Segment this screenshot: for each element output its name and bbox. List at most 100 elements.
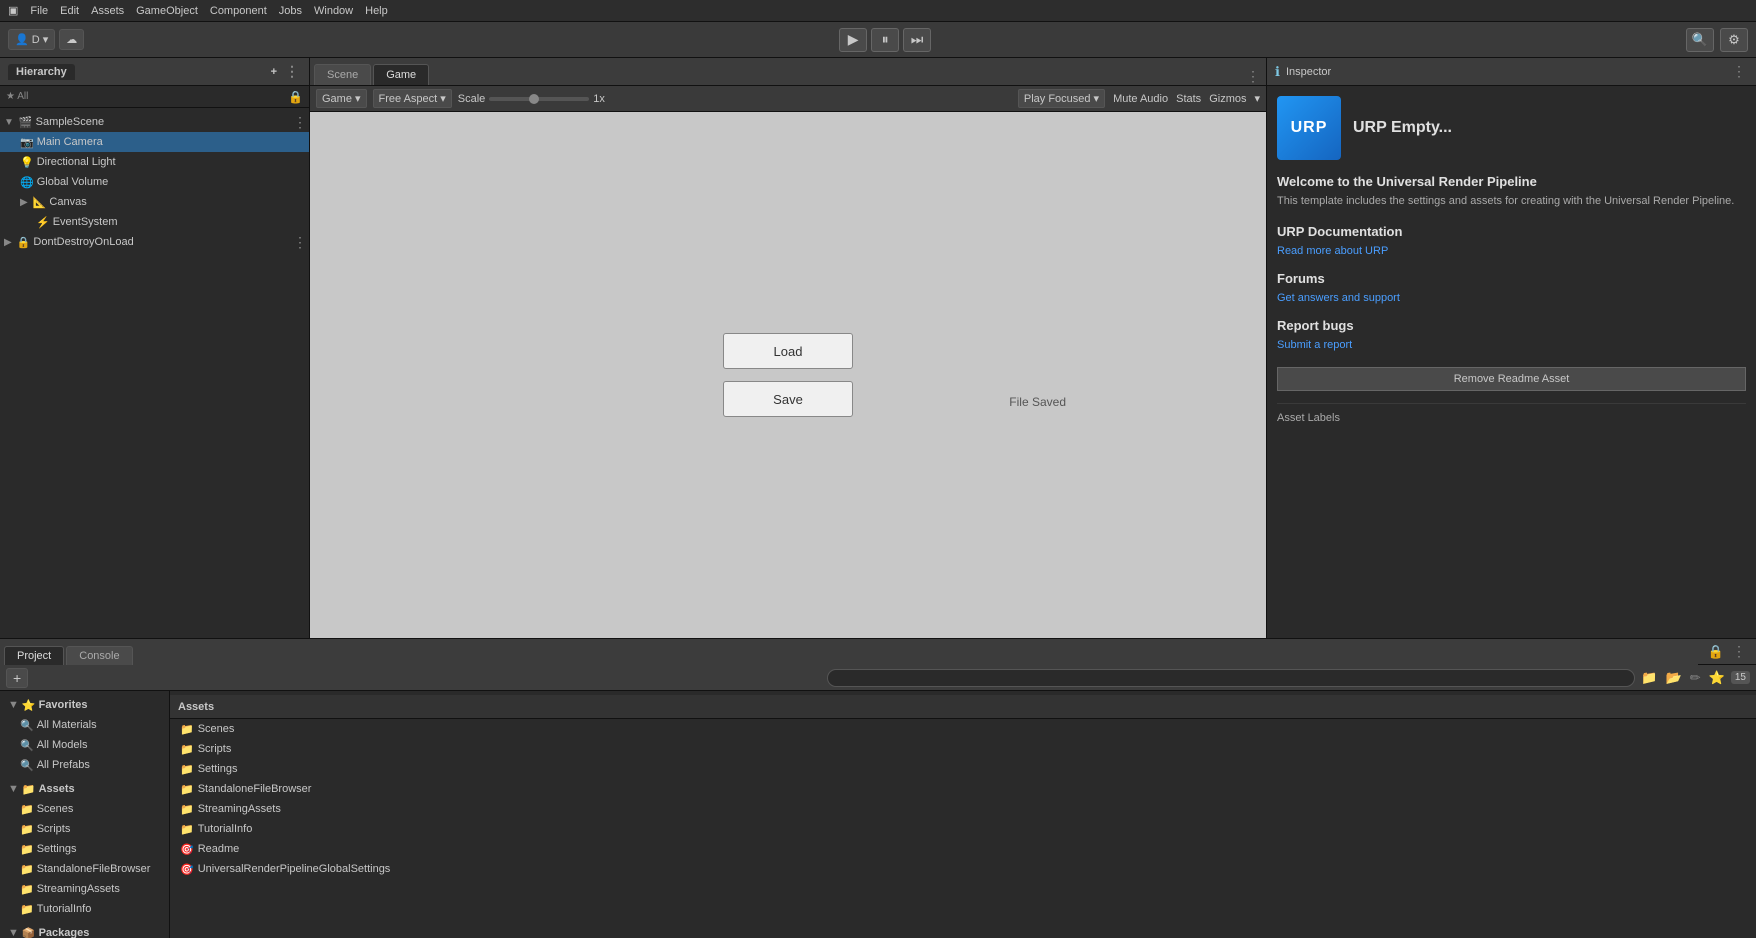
hierarchy-lock-icon[interactable]: 🔒 — [288, 90, 303, 104]
assets-item-settings[interactable]: 📁 Settings — [0, 839, 169, 859]
hierarchy-tab[interactable]: Hierarchy — [8, 64, 75, 80]
hierarchy-item-dontdestroyonload[interactable]: ▶ 🔒 DontDestroyOnLoad ⋮ — [0, 232, 309, 252]
hierarchy-menu-icon[interactable]: ⋮ — [283, 63, 301, 80]
project-add-button[interactable]: + — [6, 668, 28, 688]
tab-scene[interactable]: Scene — [314, 64, 371, 85]
inspector-panel: ℹ Inspector ⋮ URP URP Empty... Welcome t… — [1266, 58, 1756, 638]
hierarchy-item-label: Main Camera — [37, 136, 103, 148]
scale-slider-thumb[interactable] — [529, 94, 539, 104]
main-folder-label: Assets — [178, 701, 214, 713]
item-menu-icon[interactable]: ⋮ — [291, 234, 309, 251]
assets-item-tutorial[interactable]: 📁 TutorialInfo — [0, 899, 169, 919]
folder-icon[interactable]: 📁 — [1639, 668, 1659, 688]
assets-group[interactable]: ▼ 📁 Assets — [0, 779, 169, 799]
urp-doc-link[interactable]: Read more about URP — [1277, 245, 1388, 257]
forums-link[interactable]: Get answers and support — [1277, 292, 1400, 304]
search-icon-small: 🔍 — [20, 739, 34, 752]
menu-item-edit[interactable]: Edit — [60, 5, 79, 17]
aspect-dropdown[interactable]: Free Aspect ▾ — [373, 89, 452, 108]
play-focused-dropdown[interactable]: Play Focused ▾ — [1018, 89, 1105, 108]
report-bugs-link[interactable]: Submit a report — [1277, 339, 1352, 351]
play-button[interactable]: ▶ — [839, 28, 867, 52]
settings-button[interactable]: ⚙ — [1720, 28, 1748, 52]
assets-arrow: ▼ — [8, 783, 19, 795]
scale-slider-track[interactable] — [489, 97, 589, 101]
hierarchy-item-canvas[interactable]: ▶ 📐 Canvas — [0, 192, 309, 212]
folder-icon: 📁 — [180, 823, 194, 836]
hierarchy-item-label: Global Volume — [37, 176, 109, 188]
file-item-standalone[interactable]: 📁 StandaloneFileBrowser — [170, 779, 1756, 799]
tabs-menu-icon[interactable]: ⋮ — [1244, 68, 1262, 85]
search-icon: 🔍 — [1692, 32, 1708, 48]
hierarchy-panel: Hierarchy + ⋮ ★ All 🔒 ▼ 🎬 SampleScene ⋮ … — [0, 58, 310, 638]
file-item-streaming[interactable]: 📁 StreamingAssets — [170, 799, 1756, 819]
tab-project[interactable]: Project — [4, 646, 64, 665]
lock-icon[interactable]: 🔒 — [1706, 642, 1726, 662]
menu-item-component[interactable]: Component — [210, 5, 267, 17]
center-area: Scene Game ⋮ Game ▾ Free Aspect ▾ Scale … — [310, 58, 1266, 638]
step-button[interactable]: ⏭ — [903, 28, 931, 52]
favorites-group[interactable]: ▼ ⭐ Favorites — [0, 695, 169, 715]
tab-game[interactable]: Game — [373, 64, 429, 85]
tab-console[interactable]: Console — [66, 646, 132, 665]
assets-folder-icon: 📁 — [22, 783, 36, 796]
assets-item-scripts[interactable]: 📁 Scripts — [0, 819, 169, 839]
search-button[interactable]: 🔍 — [1686, 28, 1714, 52]
favorites-item-all-prefabs[interactable]: 🔍 All Prefabs — [0, 755, 169, 775]
folder-open-icon[interactable]: 📂 — [1664, 668, 1684, 688]
urp-icon: URP — [1277, 96, 1341, 160]
game-dropdown[interactable]: Game ▾ — [316, 89, 367, 108]
play-icon: ▶ — [848, 31, 859, 48]
menu-item-file[interactable]: File — [30, 5, 48, 17]
file-item-settings[interactable]: 📁 Settings — [170, 759, 1756, 779]
hierarchy-item-globalvolume[interactable]: 🌐 Global Volume — [0, 172, 309, 192]
edit-icon[interactable]: ✏ — [1688, 668, 1703, 688]
item-label: TutorialInfo — [37, 903, 92, 915]
favorites-item-all-models[interactable]: 🔍 All Models — [0, 735, 169, 755]
inspector-menu-icon[interactable]: ⋮ — [1730, 63, 1748, 80]
stats-label[interactable]: Stats — [1176, 93, 1201, 105]
load-button[interactable]: Load — [723, 333, 853, 369]
hierarchy-item-directionallight[interactable]: 💡 Directional Light — [0, 152, 309, 172]
item-label: StreamingAssets — [37, 883, 120, 895]
pause-icon: ⏸ — [882, 31, 889, 48]
scene-game-tabs: Scene Game ⋮ — [310, 58, 1266, 86]
hierarchy-add-icon[interactable]: + — [271, 66, 277, 78]
panel-menu-icon[interactable]: ⋮ — [1730, 643, 1748, 660]
file-item-readme[interactable]: 🎯 Readme — [170, 839, 1756, 859]
folder-icon: 📁 — [180, 783, 194, 796]
file-item-scripts[interactable]: 📁 Scripts — [170, 739, 1756, 759]
packages-group[interactable]: ▼ 📦 Packages — [0, 923, 169, 938]
packages-folder-icon: 📦 — [22, 927, 36, 938]
star-icon[interactable]: ⭐ — [1707, 668, 1727, 688]
pause-button[interactable]: ⏸ — [871, 28, 899, 52]
mute-audio-label[interactable]: Mute Audio — [1113, 93, 1168, 105]
project-search-input[interactable] — [827, 669, 1636, 687]
file-item-urp-settings[interactable]: 🎯 UniversalRenderPipelineGlobalSettings — [170, 859, 1756, 879]
assets-item-scenes[interactable]: 📁 Scenes — [0, 799, 169, 819]
menu-item-window[interactable]: Window — [314, 5, 353, 17]
menu-item-assets[interactable]: Assets — [91, 5, 124, 17]
file-item-tutorial[interactable]: 📁 TutorialInfo — [170, 819, 1756, 839]
menu-logo[interactable]: ▣ — [8, 4, 18, 17]
account-button[interactable]: 👤 D ▾ — [8, 29, 55, 50]
remove-readme-button[interactable]: Remove Readme Asset — [1277, 367, 1746, 391]
save-button[interactable]: Save — [723, 381, 853, 417]
cloud-button[interactable]: ☁ — [59, 29, 84, 50]
favorites-item-all-materials[interactable]: 🔍 All Materials — [0, 715, 169, 735]
assets-item-streaming[interactable]: 📁 StreamingAssets — [0, 879, 169, 899]
file-item-scenes[interactable]: 📁 Scenes — [170, 719, 1756, 739]
menu-item-gameobject[interactable]: GameObject — [136, 5, 198, 17]
assets-item-standalone[interactable]: 📁 StandaloneFileBrowser — [0, 859, 169, 879]
menu-item-jobs[interactable]: Jobs — [279, 5, 302, 17]
hierarchy-item-eventsystem[interactable]: ⚡ EventSystem — [0, 212, 309, 232]
item-label: Scripts — [198, 743, 232, 755]
menu-item-help[interactable]: Help — [365, 5, 388, 17]
hierarchy-item-maincamera[interactable]: 📷 Main Camera — [0, 132, 309, 152]
inspector-title[interactable]: Inspector — [1286, 66, 1331, 78]
item-menu-icon[interactable]: ⋮ — [291, 114, 309, 131]
dontdestroy-icon: 🔒 — [17, 236, 31, 249]
hierarchy-item-samplescene[interactable]: ▼ 🎬 SampleScene ⋮ — [0, 112, 309, 132]
toolbar-left: 👤 D ▾ ☁ — [8, 29, 84, 50]
gizmos-label[interactable]: Gizmos — [1209, 93, 1246, 105]
